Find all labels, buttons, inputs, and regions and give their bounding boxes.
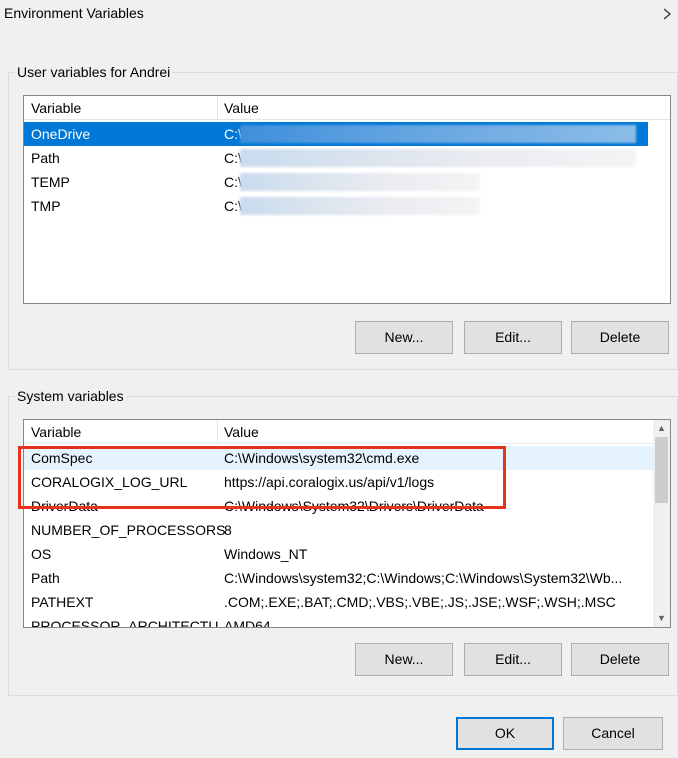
row-value: C:\Windows\system32;C:\Windows;C:\Window… — [224, 570, 623, 586]
user-list-header: Variable Value — [24, 96, 670, 120]
system-new-button[interactable]: New... — [355, 643, 453, 676]
environment-variables-dialog: { "dialog": { "title": "Environment Vari… — [0, 0, 678, 758]
user-variables-list[interactable]: Variable Value OneDrive C:\ Path C:\ TEM… — [23, 95, 671, 304]
user-row-path[interactable]: Path C:\ — [24, 146, 648, 170]
column-header-variable[interactable]: Variable — [24, 96, 81, 120]
user-variables-legend: User variables for Andrei — [15, 63, 173, 81]
system-list-scrollbar[interactable]: ▲ ▼ — [653, 420, 670, 627]
system-row-number-of-processors[interactable]: NUMBER_OF_PROCESSORS 8 — [24, 518, 653, 542]
row-variable: OS — [31, 546, 52, 562]
ok-button[interactable]: OK — [456, 717, 554, 750]
row-variable: TMP — [31, 198, 61, 214]
row-value: 8 — [224, 522, 232, 538]
redacted-value — [240, 149, 636, 167]
system-variables-group: System variables Variable Value ComSpec … — [8, 387, 678, 696]
dialog-title: Environment Variables — [4, 5, 144, 21]
row-value: AMD64 — [224, 618, 271, 628]
row-value: .COM;.EXE;.BAT;.CMD;.VBS;.VBE;.JS;.JSE;.… — [224, 594, 616, 610]
user-row-temp[interactable]: TEMP C:\ — [24, 170, 648, 194]
row-variable: PATHEXT — [31, 594, 94, 610]
title-bar: Environment Variables — [0, 0, 678, 32]
user-row-tmp[interactable]: TMP C:\ — [24, 194, 648, 218]
system-row-processor-architecture[interactable]: PROCESSOR_ARCHITECTU... AMD64 — [24, 614, 653, 628]
row-variable: TEMP — [31, 174, 70, 190]
system-delete-button[interactable]: Delete — [571, 643, 669, 676]
row-variable: NUMBER_OF_PROCESSORS — [31, 522, 226, 538]
row-value: Windows_NT — [224, 546, 308, 562]
user-edit-button[interactable]: Edit... — [464, 321, 562, 354]
row-variable: Path — [31, 570, 60, 586]
redacted-value — [240, 197, 480, 215]
system-row-pathext[interactable]: PATHEXT .COM;.EXE;.BAT;.CMD;.VBS;.VBE;.J… — [24, 590, 653, 614]
system-variables-legend: System variables — [15, 387, 126, 405]
column-header-variable[interactable]: Variable — [24, 420, 81, 444]
user-new-button[interactable]: New... — [355, 321, 453, 354]
user-row-onedrive[interactable]: OneDrive C:\ — [24, 122, 648, 146]
redacted-value — [240, 173, 480, 191]
user-delete-button[interactable]: Delete — [571, 321, 669, 354]
scroll-down-arrow-icon[interactable]: ▼ — [653, 610, 670, 627]
column-header-value[interactable]: Value — [217, 420, 259, 444]
row-variable: OneDrive — [31, 126, 91, 142]
system-edit-button[interactable]: Edit... — [464, 643, 562, 676]
system-list-header: Variable Value — [24, 420, 653, 444]
system-row-os[interactable]: OS Windows_NT — [24, 542, 653, 566]
row-variable: PROCESSOR_ARCHITECTU... — [31, 618, 231, 628]
highlight-annotation-box — [18, 446, 506, 509]
column-header-value[interactable]: Value — [217, 96, 259, 120]
system-row-path[interactable]: Path C:\Windows\system32;C:\Windows;C:\W… — [24, 566, 653, 590]
scroll-up-arrow-icon[interactable]: ▲ — [653, 420, 670, 437]
cancel-button[interactable]: Cancel — [563, 717, 663, 750]
close-chevron-icon[interactable] — [660, 6, 674, 22]
redacted-value — [240, 125, 636, 143]
row-variable: Path — [31, 150, 60, 166]
user-variables-group: User variables for Andrei Variable Value… — [8, 63, 678, 370]
scrollbar-thumb[interactable] — [655, 437, 668, 503]
